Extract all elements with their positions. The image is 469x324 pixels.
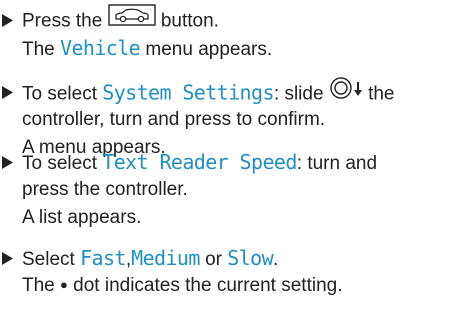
menu-name-vehicle: Vehicle — [60, 36, 141, 60]
text: Press the — [22, 10, 108, 32]
step-1-line-2: The Vehicle menu appears. — [22, 34, 272, 62]
instructions: Press the button. The Vehicle menu appea… — [0, 0, 469, 324]
step-3-line-1: To select Text Reader Speed: turn and — [22, 148, 377, 176]
text: The — [22, 39, 61, 60]
text: A list appears. — [22, 207, 142, 228]
menu-name-text-reader-speed: Text Reader Speed — [102, 150, 297, 174]
car-button-icon — [107, 4, 156, 35]
text: The — [22, 275, 61, 296]
bullet-arrow-icon — [2, 244, 16, 272]
step-3-line-3: A list appears. — [22, 204, 141, 232]
option-medium: Medium — [131, 246, 200, 270]
text: menu appears. — [140, 39, 273, 60]
text: . — [273, 249, 279, 270]
menu-name-system-settings: System Settings — [102, 80, 274, 105]
text: the — [362, 83, 395, 105]
text: dot indicates the current setting. — [67, 275, 343, 296]
text: controller, turn and press to confirm. — [22, 109, 326, 130]
bullet-arrow-icon — [2, 148, 16, 176]
step-2-line-1: To select System Settings: slide the — [22, 76, 395, 109]
bullet-arrow-icon — [2, 78, 16, 106]
dot-icon: ● — [60, 277, 68, 292]
step-2-line-2: controller, turn and press to confirm. — [22, 106, 325, 134]
step-1-line-1: Press the button. — [22, 4, 219, 35]
text: Select — [22, 249, 81, 270]
text: button. — [155, 10, 219, 32]
text: To select — [22, 153, 103, 174]
text: To select — [22, 83, 103, 105]
text: press the controller. — [22, 179, 188, 200]
text: : slide — [273, 83, 329, 105]
text: : turn and — [296, 153, 378, 174]
bullet-arrow-icon — [2, 6, 16, 34]
step-3-line-2: press the controller. — [22, 176, 188, 204]
step-4-line-1: Select Fast,Medium or Slow. — [22, 244, 278, 272]
option-slow: Slow — [227, 246, 274, 270]
text: or — [199, 249, 228, 270]
option-fast: Fast — [80, 246, 126, 270]
controller-slide-down-icon — [329, 76, 363, 109]
step-4-line-2: The ● dot indicates the current setting. — [22, 272, 343, 300]
